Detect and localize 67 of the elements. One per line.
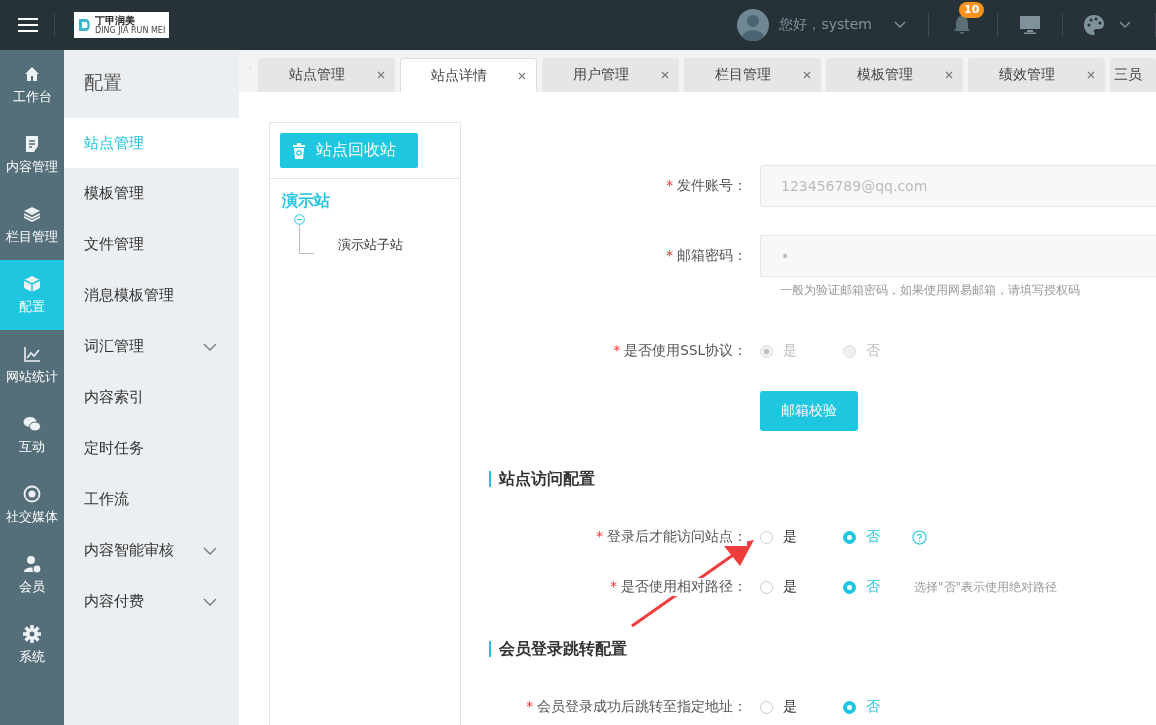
submenu-item[interactable]: 消息模板管理: [64, 270, 239, 321]
rail-item[interactable]: 互动: [0, 400, 64, 470]
notification-badge: 10: [959, 2, 985, 18]
section-title: 站点访问配置: [489, 471, 595, 487]
tab[interactable]: 用户管理: [541, 58, 679, 92]
tab[interactable]: 栏目管理: [683, 58, 821, 92]
radio-option[interactable]: 是: [760, 528, 797, 546]
submenu-item[interactable]: 模板管理: [64, 168, 239, 219]
tab[interactable]: 模板管理: [825, 58, 963, 92]
logo: 丁甲润美 DING JIA RUN MEI: [74, 12, 170, 38]
field-hint: 一般为验证邮箱密码，如果使用网易邮箱，请填写授权码: [780, 282, 1081, 299]
tab[interactable]: 站点管理: [257, 58, 395, 92]
gear-icon: [22, 624, 42, 644]
radio-button[interactable]: [760, 580, 773, 594]
monitor-icon[interactable]: [1019, 15, 1041, 35]
tree-line: [299, 225, 314, 254]
tree-node[interactable]: 演示站子站: [338, 236, 403, 254]
rail-item[interactable]: 工作台: [0, 50, 64, 120]
radio-button[interactable]: [760, 700, 773, 714]
rail-item[interactable]: 系统: [0, 610, 64, 680]
rail-item[interactable]: 内容管理: [0, 120, 64, 190]
submenu-item[interactable]: 工作流: [64, 474, 239, 525]
rail-item[interactable]: 网站统计: [0, 330, 64, 400]
radio-button[interactable]: [843, 580, 856, 594]
radio-button[interactable]: [843, 700, 856, 714]
target-icon: [22, 484, 42, 504]
submenu-item[interactable]: 内容索引: [64, 372, 239, 423]
submenu-item[interactable]: 内容付费: [64, 576, 239, 627]
collapse-icon[interactable]: [294, 214, 305, 225]
help-icon[interactable]: [912, 529, 927, 545]
field-note: 选择"否"表示使用绝对路径: [914, 578, 1058, 596]
rail-item[interactable]: 会员: [0, 540, 64, 610]
layers-icon: [22, 204, 42, 224]
submenu-title: 配置: [83, 70, 123, 95]
user-greeting[interactable]: 您好，system: [779, 16, 872, 34]
submenu-item[interactable]: 词汇管理: [64, 321, 239, 372]
cube-icon: [22, 274, 42, 294]
rail-item[interactable]: 栏目管理: [0, 190, 64, 260]
radio-option[interactable]: 是: [760, 578, 797, 596]
chat-icon: [22, 414, 42, 434]
chevron-down-icon[interactable]: [1119, 21, 1131, 29]
palette-icon[interactable]: [1083, 14, 1105, 36]
radio-button[interactable]: [760, 530, 773, 544]
avatar[interactable]: [737, 9, 770, 41]
line-chart-icon: [22, 344, 42, 364]
bell-icon[interactable]: [953, 15, 971, 35]
tab[interactable]: 绩效管理: [967, 58, 1105, 92]
close-icon[interactable]: [517, 71, 526, 80]
field-label: * 登录后才能访问站点：: [596, 528, 747, 546]
chevron-down-icon[interactable]: [894, 21, 906, 29]
user-icon: [22, 554, 42, 574]
tab[interactable]: 站点详情: [399, 58, 537, 92]
tab[interactable]: 三员: [1109, 58, 1156, 92]
rail-item[interactable]: 社交媒体: [0, 470, 64, 540]
submenu-item[interactable]: 文件管理: [64, 219, 239, 270]
close-icon[interactable]: [802, 71, 811, 79]
close-icon[interactable]: [1086, 71, 1095, 79]
radio-option[interactable]: 是: [760, 698, 797, 716]
close-icon[interactable]: [944, 71, 953, 79]
close-icon[interactable]: [376, 71, 385, 79]
menu-icon[interactable]: [18, 17, 38, 33]
close-icon[interactable]: [660, 71, 669, 79]
radio-button[interactable]: [843, 530, 856, 544]
submenu-item[interactable]: 内容智能审核: [64, 525, 239, 576]
trash-icon: [292, 142, 306, 159]
section-title: 会员登录跳转配置: [489, 641, 627, 657]
submenu-item[interactable]: 定时任务: [64, 423, 239, 474]
